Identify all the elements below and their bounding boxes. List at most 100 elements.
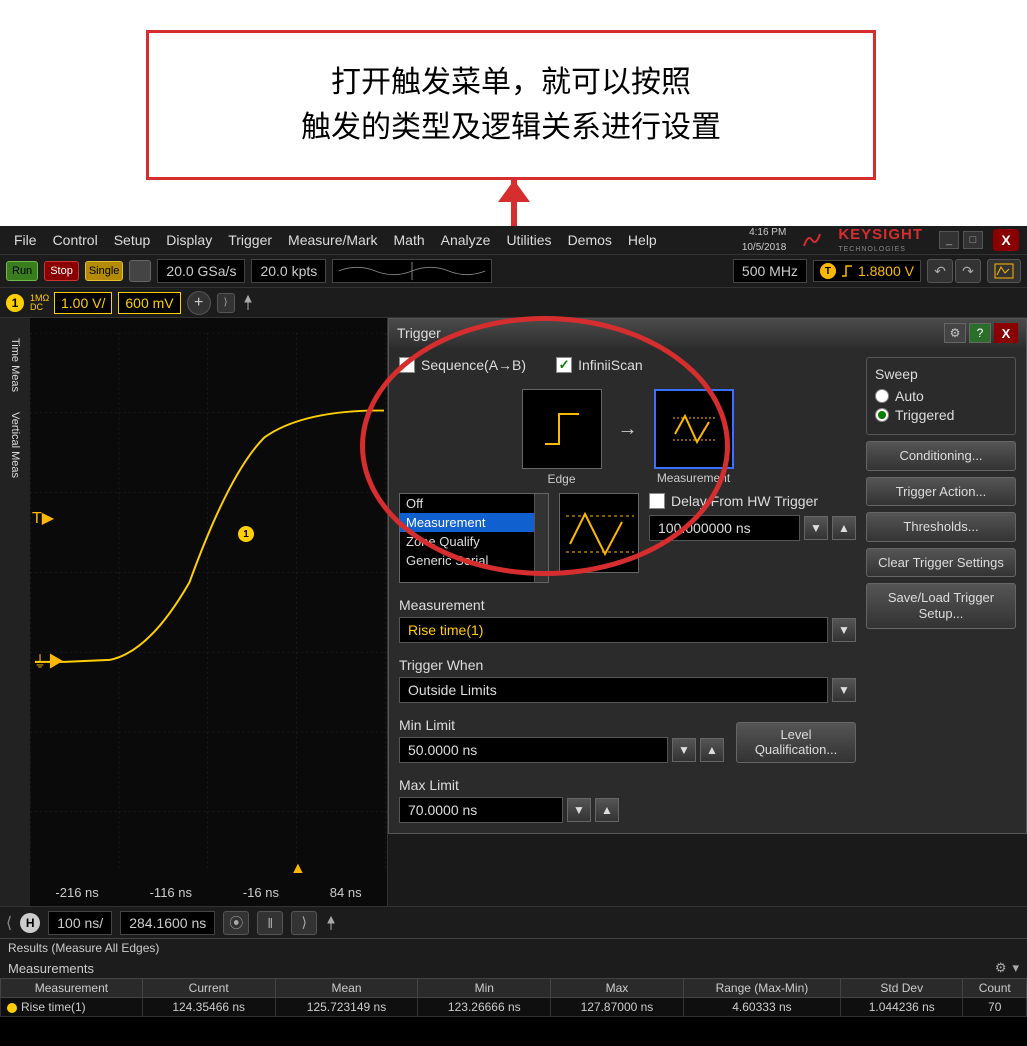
stop-button[interactable]: Stop [44,261,79,281]
menu-measure[interactable]: Measure/Mark [282,230,383,250]
col-max[interactable]: Max [551,979,684,998]
timebase-scale-field[interactable]: 100 ns/ [48,911,112,935]
waveform-area[interactable]: T▶ ⏚▶ 1 ▲ -216 ns -116 ns -16 ns 84 ns [30,318,388,906]
mode-measurement[interactable]: Measurement [400,513,548,532]
delay-value-field[interactable]: 100.000000 ns [649,515,800,541]
max-limit-label: Max Limit [399,777,856,793]
timebase-more-button[interactable]: ⟩ [291,911,317,935]
menu-help[interactable]: Help [622,230,663,250]
results-header[interactable]: Results (Measure All Edges) [0,938,1027,958]
ch1-badge[interactable]: 1 [6,294,24,312]
save-load-trigger-button[interactable]: Save/Load Trigger Setup... [866,583,1016,628]
mode-zone[interactable]: Zone Qualify [400,532,548,551]
measurement-trigger-card[interactable]: Measurement [654,389,734,469]
min-limit-field[interactable]: 50.0000 ns [399,737,668,763]
trigger-action-button[interactable]: Trigger Action... [866,477,1016,507]
redo-button[interactable]: ↷ [955,259,981,283]
delay-checkbox[interactable]: Delay From HW Trigger [649,493,818,509]
ground-marker-icon[interactable]: ⏚▶ [32,648,52,664]
rail-time-meas[interactable]: Time Meas [9,338,21,392]
menu-control[interactable]: Control [47,230,104,250]
undo-button[interactable]: ↶ [927,259,953,283]
dialog-close-button[interactable]: X [994,323,1018,343]
clear-trigger-button[interactable]: Clear Trigger Settings [866,548,1016,578]
minimize-button[interactable]: _ [939,231,959,249]
gear-icon[interactable]: ⚙ [944,323,966,343]
col-min[interactable]: Min [418,979,551,998]
infiniiscan-mode-list[interactable]: Off Measurement Zone Qualify Generic Ser… [399,493,549,583]
bandwidth-field[interactable]: 500 MHz [733,259,807,283]
menu-utilities[interactable]: Utilities [500,230,557,250]
col-count[interactable]: Count [963,979,1027,998]
col-measurement[interactable]: Measurement [1,979,143,998]
acq-mode-icon[interactable] [129,260,151,282]
measurements-header[interactable]: Measurements ⚙ ▾ [0,958,1027,978]
ch1-offset-field[interactable]: 600 mV [118,292,180,314]
table-row[interactable]: Rise time(1) 124.35466 ns 125.723149 ns … [1,998,1027,1017]
menu-setup[interactable]: Setup [108,230,157,250]
dropdown-icon[interactable]: ▼ [832,678,856,702]
pin-icon[interactable] [325,915,337,931]
menu-display[interactable]: Display [160,230,218,250]
trigger-pos-icon[interactable]: ▲ [290,860,306,878]
decrement-button[interactable]: ▼ [567,798,591,822]
rail-vert-meas[interactable]: Vertical Meas [9,412,21,478]
edge-trigger-card[interactable]: Edge [522,389,602,469]
decrement-button[interactable]: ▼ [804,516,828,540]
scrollbar[interactable] [534,494,548,582]
col-current[interactable]: Current [142,979,275,998]
maximize-button[interactable]: □ [963,231,983,249]
mode-serial[interactable]: Generic Serial [400,551,548,570]
increment-button[interactable]: ▲ [832,516,856,540]
scroll-left-icon[interactable]: ⟨ [6,913,12,933]
sample-rate-field[interactable]: 20.0 GSa/s [157,259,245,283]
collapse-icon[interactable]: ▾ [1012,960,1019,976]
cell-stddev: 1.044236 ns [841,998,963,1017]
gear-icon[interactable]: ⚙ [995,960,1007,976]
ch1-waveform-badge[interactable]: 1 [238,526,254,542]
menu-demos[interactable]: Demos [562,230,618,250]
sweep-triggered-radio[interactable]: Triggered [875,407,1007,423]
increment-button[interactable]: ▲ [595,798,619,822]
col-stddev[interactable]: Std Dev [841,979,963,998]
conditioning-button[interactable]: Conditioning... [866,441,1016,471]
mode-off[interactable]: Off [400,494,548,513]
cell-count: 70 [963,998,1027,1017]
col-range[interactable]: Range (Max-Min) [683,979,840,998]
menu-math[interactable]: Math [388,230,431,250]
single-button[interactable]: Single [85,261,124,281]
h-badge[interactable]: H [20,913,40,933]
measurement-select[interactable]: Rise time(1) [399,617,828,643]
run-button[interactable]: Run [6,261,38,281]
trigger-marker-icon[interactable]: T▶ [32,508,52,524]
timebase-pause-icon[interactable]: ‖ [257,911,283,935]
trigger-level-box[interactable]: T 1.8800 V [813,260,921,282]
menu-analyze[interactable]: Analyze [435,230,497,250]
pin-icon[interactable] [241,294,255,312]
menu-trigger[interactable]: Trigger [222,230,278,250]
col-mean[interactable]: Mean [275,979,418,998]
help-icon[interactable]: ? [969,323,991,343]
thresholds-button[interactable]: Thresholds... [866,512,1016,542]
decrement-button[interactable]: ▼ [672,738,696,762]
max-limit-field[interactable]: 70.0000 ns [399,797,563,823]
timebase-opt-button[interactable]: ⦿ [223,911,249,935]
trigger-when-select[interactable]: Outside Limits [399,677,828,703]
mem-depth-field[interactable]: 20.0 kpts [251,259,326,283]
autoscale-button[interactable] [987,259,1021,283]
sequence-checkbox[interactable]: Sequence(A→B) [399,357,526,373]
trigger-dialog: Trigger ⚙ ? X Sequence(A→B) ✓InfiniiScan [388,318,1027,834]
menu-file[interactable]: File [8,230,43,250]
close-button[interactable]: X [993,229,1019,251]
infiniiscan-checkbox[interactable]: ✓InfiniiScan [556,357,643,373]
dropdown-icon[interactable]: ▼ [832,618,856,642]
level-qualification-button[interactable]: Level Qualification... [736,722,856,763]
increment-button[interactable]: ▲ [700,738,724,762]
add-channel-button[interactable]: + [187,291,211,315]
axis-tick: 84 ns [330,885,362,900]
timebase-pos-field[interactable]: 284.1600 ns [120,911,215,935]
trigger-dialog-titlebar[interactable]: Trigger ⚙ ? X [389,319,1026,347]
channel-more-button[interactable]: ⟩ [217,293,235,313]
ch1-scale-field[interactable]: 1.00 V/ [54,292,112,314]
sweep-auto-radio[interactable]: Auto [875,388,1007,404]
